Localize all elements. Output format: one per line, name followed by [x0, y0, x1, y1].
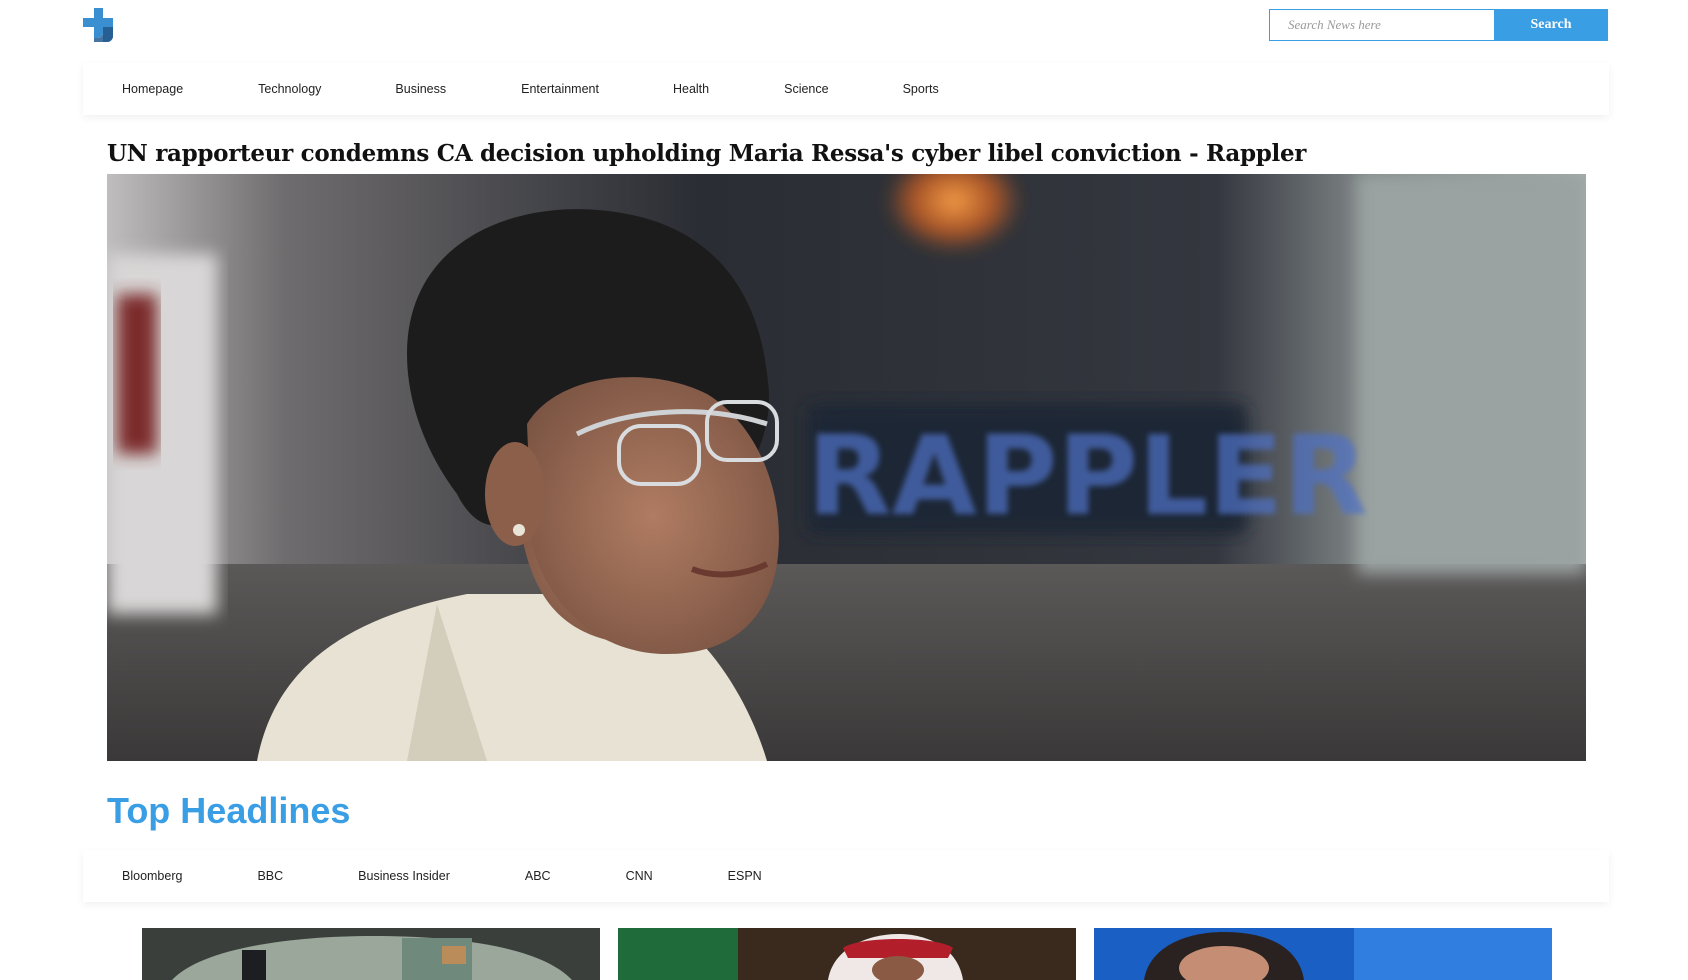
headline-card-image[interactable] — [142, 928, 600, 980]
nav-item-technology[interactable]: Technology — [258, 82, 321, 96]
source-tab-abc[interactable]: ABC — [525, 869, 551, 883]
source-tab-bloomberg[interactable]: Bloomberg — [122, 869, 182, 883]
top-headlines-title: Top Headlines — [107, 790, 351, 831]
plus-logo-icon[interactable] — [83, 8, 117, 42]
nav-item-homepage[interactable]: Homepage — [122, 82, 183, 96]
nav-item-science[interactable]: Science — [784, 82, 828, 96]
source-tab-cnn[interactable]: CNN — [626, 869, 653, 883]
category-nav: Homepage Technology Business Entertainme… — [83, 63, 1609, 115]
search-bar: Search — [1269, 9, 1608, 41]
source-tab-espn[interactable]: ESPN — [728, 869, 762, 883]
featured-headline[interactable]: UN rapporteur condemns CA decision uphol… — [107, 140, 1306, 167]
nav-item-sports[interactable]: Sports — [903, 82, 939, 96]
source-tab-business-insider[interactable]: Business Insider — [358, 869, 450, 883]
headline-card-image[interactable] — [1094, 928, 1552, 980]
nav-item-entertainment[interactable]: Entertainment — [521, 82, 599, 96]
header: Search — [0, 0, 1688, 60]
nav-item-health[interactable]: Health — [673, 82, 709, 96]
search-button[interactable]: Search — [1494, 9, 1608, 41]
svg-text:RAPPLER: RAPPLER — [807, 412, 1368, 540]
nav-item-business[interactable]: Business — [395, 82, 446, 96]
featured-news-photo[interactable]: RAPPLER — [107, 174, 1586, 761]
search-input[interactable] — [1269, 9, 1494, 41]
headline-card-image[interactable] — [618, 928, 1076, 980]
source-tab-bbc[interactable]: BBC — [257, 869, 283, 883]
source-tabs: Bloomberg BBC Business Insider ABC CNN E… — [83, 850, 1609, 902]
